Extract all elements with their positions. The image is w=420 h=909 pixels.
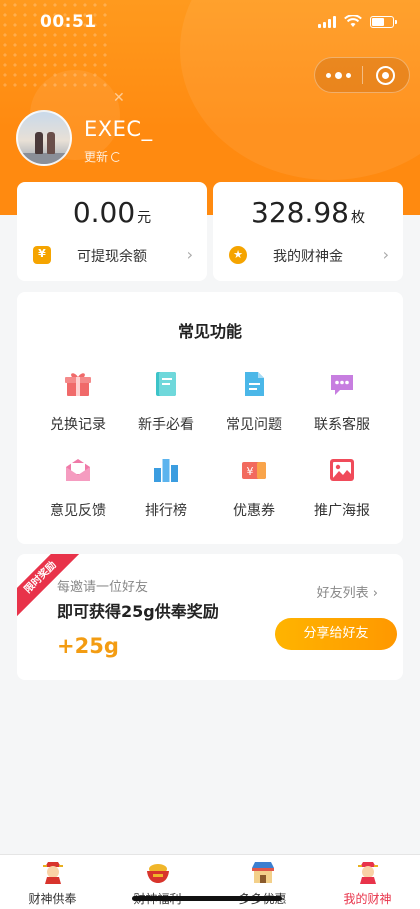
target-icon [376,65,396,85]
poster-icon [330,459,354,481]
function-beginner-guide[interactable]: 新手必看 [121,370,211,434]
status-time: 00:51 [40,12,97,32]
function-exchange-records[interactable]: 兑换记录 [33,370,123,434]
coupon-icon: ¥ [242,462,266,479]
chevron-right-icon: › [372,586,378,601]
share-to-friends-button[interactable]: 分享给好友 [275,618,397,650]
function-coupons[interactable]: ¥ 优惠券 [209,456,299,520]
cash-balance-card[interactable]: 0.00元 可提现余额 › [17,182,207,281]
shop-icon [251,862,274,883]
common-functions-title: 常见功能 [177,322,242,341]
coins-balance-label: 我的财神金 [273,249,343,265]
tab-my-god-of-wealth[interactable]: 我的财神 [315,855,420,909]
function-feedback[interactable]: 意见反馈 [33,456,123,520]
envelope-icon [66,459,90,481]
username: EXEC_ [84,117,153,141]
coins-amount-unit: 枚 [350,210,365,226]
tab-label: 财神供奉 [28,892,77,906]
function-label: 新手必看 [138,417,194,433]
miniprogram-capsule [314,57,410,93]
status-icons [318,15,397,28]
refresh-label: 更新 [84,150,109,164]
refresh-icon [111,151,122,162]
function-label: 优惠券 [233,503,275,519]
chevron-right-icon: › [382,245,389,264]
cash-balance-label: 可提现余额 [77,249,147,265]
function-contact-service[interactable]: 联系客服 [297,370,387,434]
home-indicator [132,896,282,901]
battery-icon [370,15,397,28]
function-label: 兑换记录 [50,417,106,433]
tab-label: 我的财神 [343,892,392,906]
close-miniprogram-button[interactable] [363,58,409,92]
bar-chart-icon [154,459,178,482]
document-icon [245,372,264,396]
refresh-button[interactable]: 更新 [84,148,122,165]
avatar[interactable] [16,110,72,166]
sparkle-icon: ✕ [113,90,125,106]
function-faq[interactable]: 常见问题 [209,370,299,434]
function-label: 排行榜 [145,503,187,519]
cash-amount-value: 0.00 [72,196,136,229]
function-label: 推广海报 [314,503,370,519]
svg-text:¥: ¥ [247,465,254,478]
chat-icon [331,375,353,395]
gift-icon [65,373,91,396]
signal-icon [318,15,336,28]
cash-amount: 0.00 元 [17,196,207,229]
chevron-right-icon: › [186,245,193,264]
status-bar: 00:51 [0,0,420,46]
treasure-bowl-icon [146,864,169,883]
invite-subtitle: 每邀请一位好友 [57,580,149,595]
wifi-icon [344,15,362,27]
friend-list-link[interactable]: 好友列表 › [317,582,378,601]
invite-reward: +25g [57,634,119,658]
invite-friends-card: 限时奖励 每邀请一位好友 即可获得25g供奉奖励 +25g 好友列表 › 分享给… [17,554,403,680]
function-promo-poster[interactable]: 推广海报 [297,456,387,520]
profile-god-icon [357,862,378,884]
function-leaderboard[interactable]: 排行榜 [121,456,211,520]
friend-list-label: 好友列表 [316,586,369,601]
function-label: 常见问题 [226,417,282,433]
book-icon [156,372,176,396]
coins-balance-card[interactable]: 328.98 枚 ★ 我的财神金 › [213,182,403,281]
god-of-wealth-icon [42,862,63,884]
coins-amount: 328.98 枚 [213,196,403,229]
cash-amount-unit: 元 [137,210,152,226]
tab-god-of-wealth-offering[interactable]: 财神供奉 [0,855,105,909]
function-label: 意见反馈 [50,503,106,519]
more-menu-button[interactable] [315,58,362,92]
coins-amount-value: 328.98 [251,196,349,229]
function-label: 联系客服 [314,417,370,433]
common-functions-card: 常见功能 兑换记录 新手必看 常见问题 联系客服 意见反馈 排行榜 ¥ 优惠券 … [17,292,403,544]
invite-title: 即可获得25g供奉奖励 [57,602,219,621]
